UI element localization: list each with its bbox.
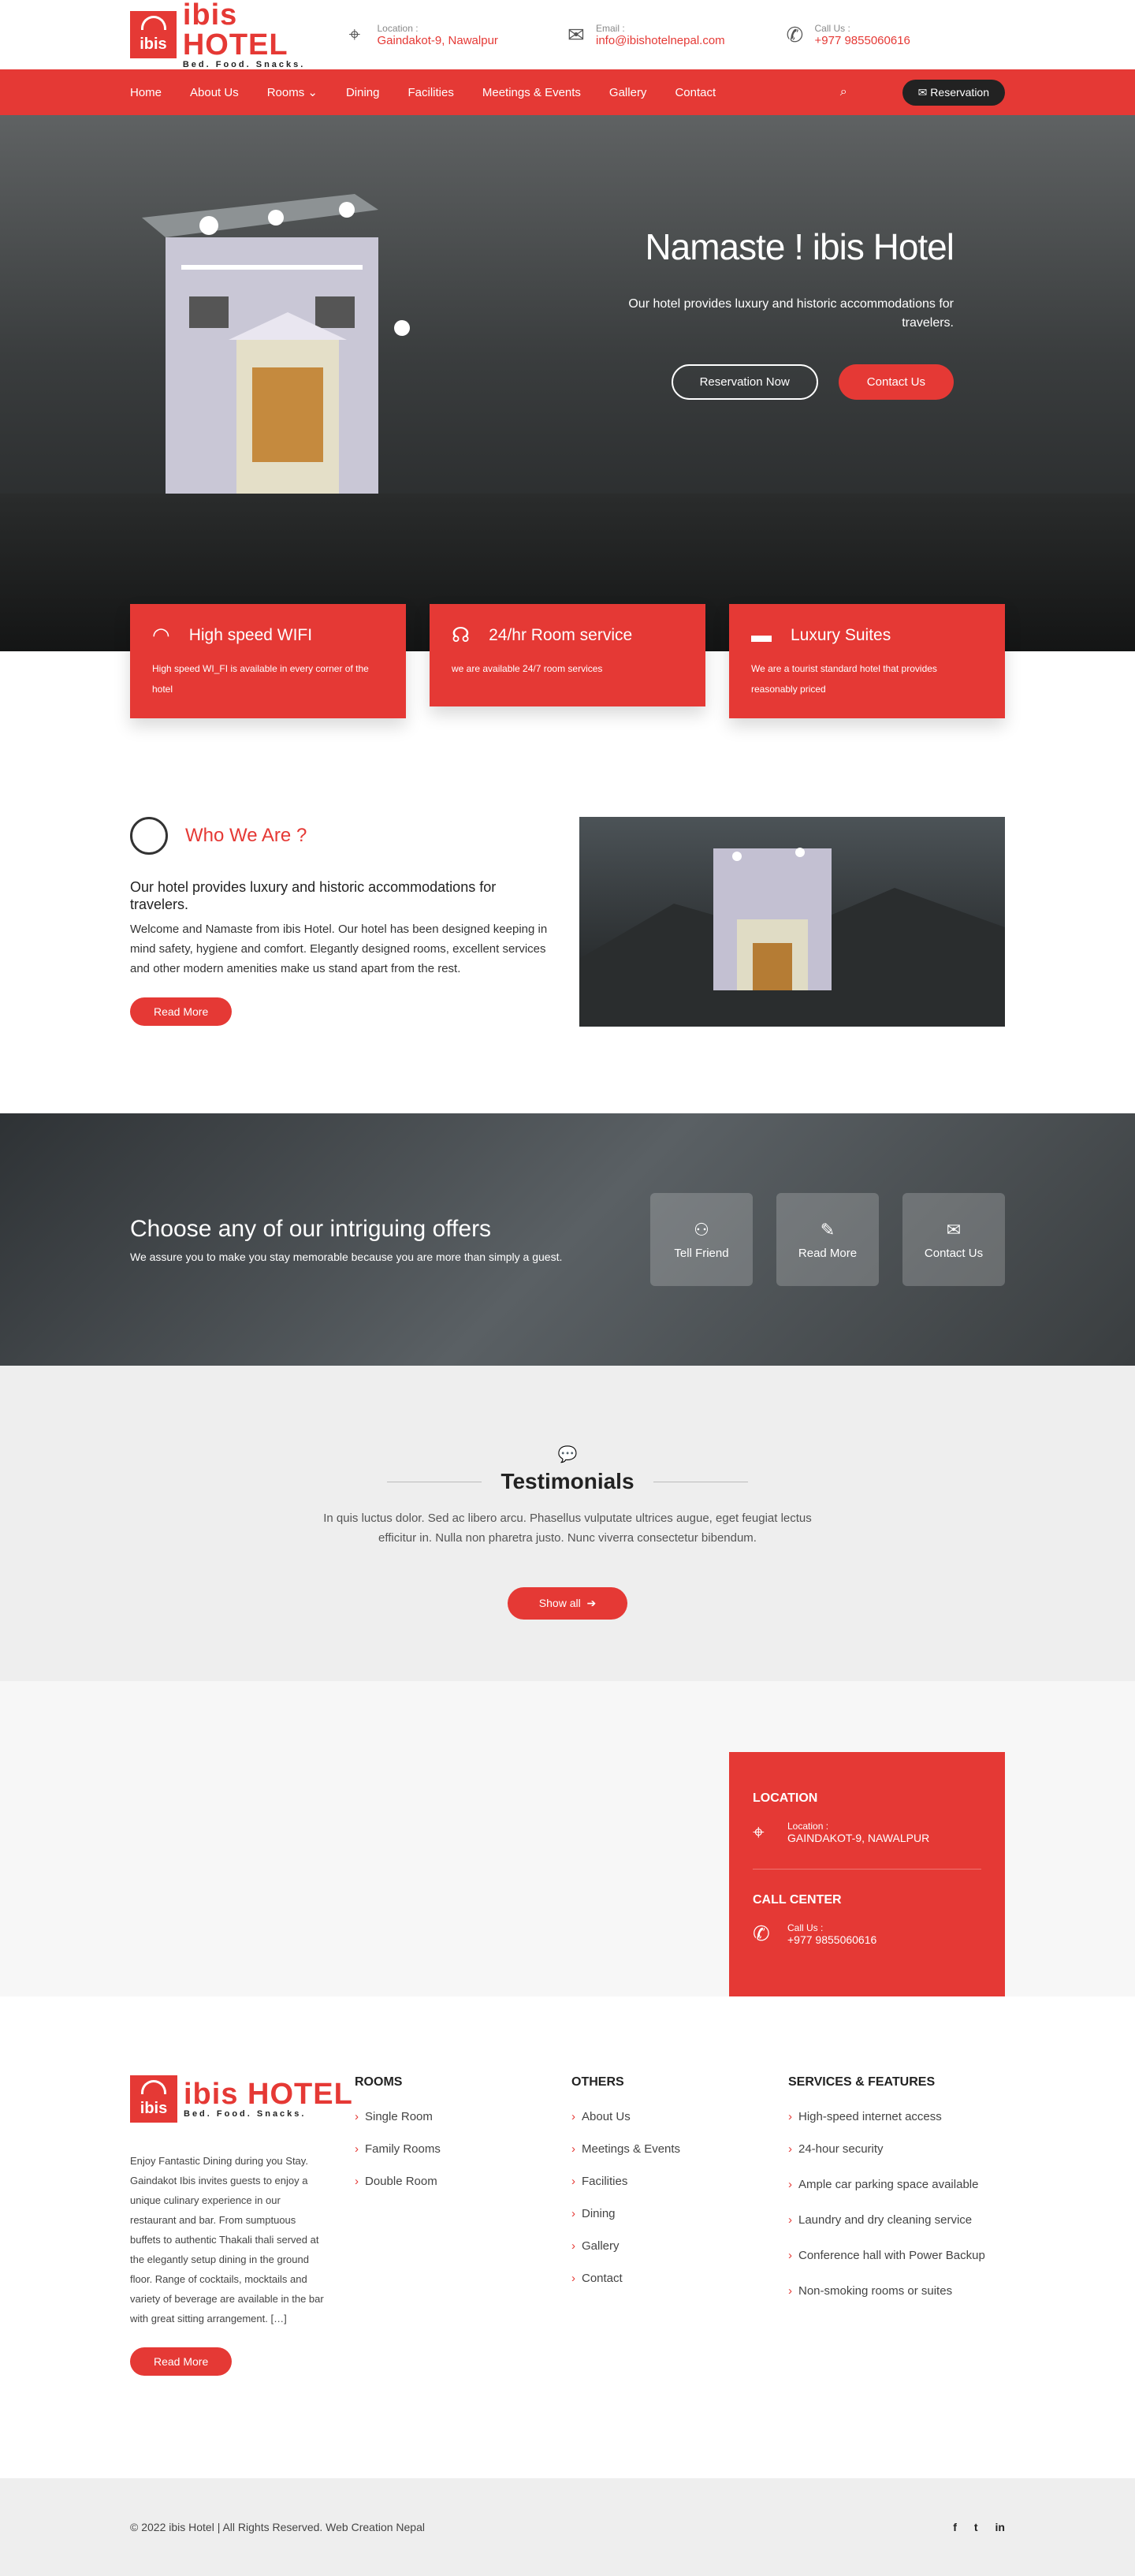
email-link[interactable]: info@ibishotelnepal.com xyxy=(596,34,725,47)
email-info: ✉ Email : info@ibishotelnepal.com xyxy=(568,22,725,47)
contact-us-button[interactable]: Contact Us xyxy=(838,364,954,400)
offers-text: We assure you to make you stay memorable… xyxy=(130,1251,563,1263)
about-hotel-image xyxy=(579,817,1005,1027)
footer-link-family-rooms[interactable]: Family Rooms xyxy=(355,2142,571,2156)
contact-box: LOCATION ⌖ Location : GAINDAKOT-9, NAWALP… xyxy=(729,1752,1005,1996)
features-strip: ◠ High speed WIFI High speed WI_FI is ava… xyxy=(0,604,1135,730)
footer-link-gallery[interactable]: Gallery xyxy=(571,2239,788,2253)
envelope-icon: ✉ xyxy=(568,22,585,47)
bottom-bar: © 2022 ibis Hotel | All Rights Reserved.… xyxy=(0,2478,1135,2576)
site-logo[interactable]: ibis ibis HOTEL Bed. Food. Snacks. xyxy=(130,0,349,69)
about-section: Who We Are ? Our hotel provides luxury a… xyxy=(0,730,1135,1113)
nav-rooms[interactable]: Rooms ⌄ xyxy=(267,85,318,99)
footer-link-facilities[interactable]: Facilities xyxy=(571,2175,788,2188)
about-subheading: Our hotel provides luxury and historic a… xyxy=(130,879,497,912)
location-info: ⌖ Location : Gaindakot-9, Nawalpur xyxy=(348,22,498,47)
main-nav: Home About Us Rooms ⌄ Dining Facilities … xyxy=(0,69,1135,115)
nav-meetings[interactable]: Meetings & Events xyxy=(482,86,581,99)
contact-section: LOCATION ⌖ Location : GAINDAKOT-9, NAWALP… xyxy=(0,1681,1135,1996)
copyright: © 2022 ibis Hotel | All Rights Reserved.… xyxy=(130,2521,425,2533)
nav-contact[interactable]: Contact xyxy=(675,86,716,99)
phone-icon: ✆ xyxy=(786,22,804,47)
hero-title: Namaste ! ibis Hotel xyxy=(645,226,955,267)
services-title: SERVICES & FEATURES xyxy=(788,2075,936,2089)
footer: ibis ibis HOTEL Bed. Food. Snacks. Enjoy… xyxy=(0,1996,1135,2478)
footer-link-contact[interactable]: Contact xyxy=(571,2272,788,2285)
footer-about-text: Enjoy Fantastic Dining during you Stay. … xyxy=(130,2155,324,2324)
nav-home[interactable]: Home xyxy=(130,86,162,99)
location-title: LOCATION xyxy=(753,1791,818,1805)
logo-tagline: Bed. Food. Snacks. xyxy=(182,60,306,69)
headset-icon: ☊ xyxy=(452,623,471,647)
map-pin-icon: ⌖ xyxy=(753,1820,765,1843)
service-item: High-speed internet access xyxy=(788,2110,1005,2123)
feature-card-room-service: ☊ 24/hr Room service we are available 24/… xyxy=(430,604,705,706)
about-heading: Who We Are ? xyxy=(185,825,307,846)
reservation-button[interactable]: ✉ Reservation xyxy=(902,79,1005,106)
phone-icon: ✆ xyxy=(753,1922,770,1945)
edit-icon: ✎ xyxy=(820,1219,835,1240)
footer-link-about[interactable]: About Us xyxy=(571,2110,788,2123)
logo-badge: ibis xyxy=(130,11,177,58)
testimonials-section: 💬 Testimonials In quis luctus dolor. Sed… xyxy=(0,1366,1135,1681)
testimonials-text: In quis luctus dolor. Sed ac libero arcu… xyxy=(323,1512,812,1545)
facebook-icon[interactable]: f xyxy=(953,2521,957,2533)
call-center-title: CALL CENTER xyxy=(753,1893,842,1907)
nav-gallery[interactable]: Gallery xyxy=(609,86,647,99)
tell-friend-button[interactable]: ⚇ Tell Friend xyxy=(650,1193,753,1286)
users-icon: ⚇ xyxy=(694,1219,709,1240)
phone-link[interactable]: +977 9855060616 xyxy=(815,34,910,47)
twitter-icon[interactable]: t xyxy=(974,2521,978,2533)
show-all-button[interactable]: Show all ➔ xyxy=(507,1587,628,1620)
offers-banner: Choose any of our intriguing offers We a… xyxy=(0,1113,1135,1366)
nav-about[interactable]: About Us xyxy=(190,86,239,99)
service-item: 24-hour security xyxy=(788,2142,1005,2156)
footer-logo[interactable]: ibis ibis HOTEL Bed. Food. Snacks. xyxy=(130,2075,355,2123)
feature-card-suites: ▬ Luxury Suites We are a tourist standard… xyxy=(729,604,1005,718)
nav-dining[interactable]: Dining xyxy=(346,86,380,99)
rooms-title: ROOMS xyxy=(355,2075,403,2089)
location-value: Gaindakot-9, Nawalpur xyxy=(377,33,498,47)
reservation-now-button[interactable]: Reservation Now xyxy=(671,364,818,400)
call-info: ✆ Call Us : +977 9855060616 xyxy=(786,22,910,47)
service-item: Laundry and dry cleaning service xyxy=(788,2213,1005,2227)
footer-read-more-button[interactable]: Read More xyxy=(130,2347,233,2376)
footer-link-double-room[interactable]: Double Room xyxy=(355,2175,571,2188)
others-title: OTHERS xyxy=(571,2075,624,2089)
about-text: Welcome and Namaste from ibis Hotel. Our… xyxy=(130,923,548,975)
read-more-offer-button[interactable]: ✎ Read More xyxy=(776,1193,879,1286)
nav-facilities[interactable]: Facilities xyxy=(408,86,454,99)
hero-banner: Namaste ! ibis Hotel Our hotel provides … xyxy=(0,115,1135,651)
mail-open-icon: ✉ xyxy=(946,1219,962,1240)
top-bar: ibis ibis HOTEL Bed. Food. Snacks. ⌖ Loc… xyxy=(0,0,1135,69)
wifi-icon: ◠ xyxy=(152,623,170,647)
footer-link-single-room[interactable]: Single Room xyxy=(355,2110,571,2123)
hero-subtitle: Our hotel provides luxury and historic a… xyxy=(628,297,954,330)
footer-link-dining[interactable]: Dining xyxy=(571,2207,788,2220)
search-icon[interactable]: ⌕ xyxy=(840,85,847,99)
offers-title: Choose any of our intriguing offers xyxy=(130,1216,492,1242)
logo-text: ibis HOTEL xyxy=(182,0,288,62)
service-item: Conference hall with Power Backup xyxy=(788,2246,1005,2265)
footer-link-meetings[interactable]: Meetings & Events xyxy=(571,2142,788,2156)
linkedin-icon[interactable]: in xyxy=(995,2521,1005,2533)
about-read-more-button[interactable]: Read More xyxy=(130,997,233,1026)
service-item: Ample car parking space available xyxy=(788,2175,1005,2194)
chat-icon: 💬 xyxy=(557,1446,578,1463)
call-center-number[interactable]: +977 9855060616 xyxy=(787,1933,876,1946)
globe-icon xyxy=(130,817,168,855)
contact-us-offer-button[interactable]: ✉ Contact Us xyxy=(902,1193,1005,1286)
bed-icon: ▬ xyxy=(751,623,772,647)
feature-card-wifi: ◠ High speed WIFI High speed WI_FI is ava… xyxy=(130,604,406,718)
map-pin-icon: ⌖ xyxy=(348,22,361,46)
testimonials-title: Testimonials xyxy=(387,1469,748,1493)
service-item: Non-smoking rooms or suites xyxy=(788,2284,1005,2298)
